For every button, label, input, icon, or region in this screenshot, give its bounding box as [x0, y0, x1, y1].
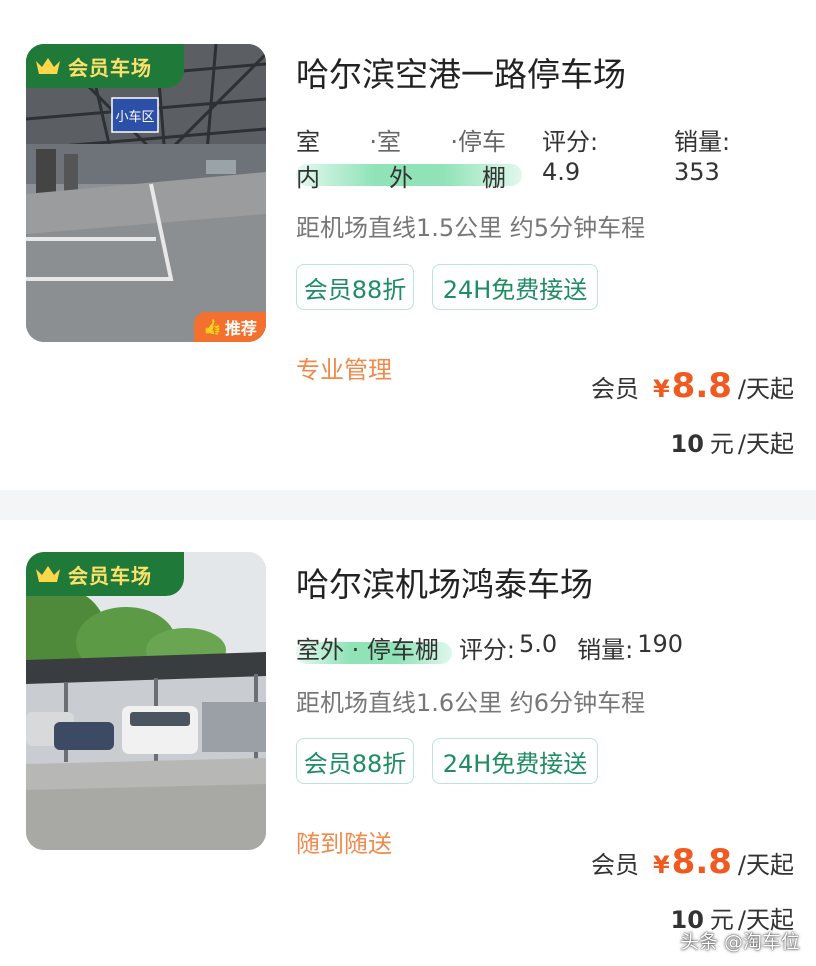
rating-label: 评分:: [458, 636, 515, 664]
watermark: 头条 @淘车位: [679, 931, 800, 953]
service-note: 随到随送: [296, 830, 392, 858]
rating-value: 4.9: [542, 158, 581, 186]
member-price-line: 会员 ¥ 8.8 /天起: [591, 842, 794, 882]
sales-label: 销量:: [674, 128, 731, 156]
original-price-line: 10 元 /天起: [671, 424, 795, 459]
feature-indoor-bottom: 内: [296, 164, 320, 192]
currency-symbol: ¥: [652, 851, 670, 879]
thumbs-up-icon: 👍: [203, 318, 222, 336]
parking-photo-image: [26, 552, 266, 850]
member-lot-badge-text: 会员车场: [68, 55, 152, 80]
feature-outdoor-top: ·室: [369, 128, 401, 156]
member-price: 8.8: [671, 842, 732, 882]
rating-value: 5.0: [518, 630, 558, 658]
original-currency: 元: [709, 430, 734, 458]
parking-photo-2[interactable]: 会员车场: [26, 552, 266, 850]
sales-value: 353: [674, 158, 720, 186]
member-price-line: 会员 ¥ 8.8 /天起: [591, 366, 794, 406]
member-lot-badge: 会员车场: [26, 552, 184, 596]
member-price-label: 会员: [590, 851, 639, 879]
sales-label: 销量:: [577, 636, 634, 664]
parking-photo-image: 小车区: [26, 44, 266, 342]
listing-title[interactable]: 哈尔滨空港一路停车场: [296, 48, 626, 96]
feature-shed-bottom: 棚: [482, 164, 506, 192]
currency-symbol: ¥: [652, 375, 670, 403]
tag-member-discount: 会员88折: [296, 738, 414, 784]
feature-list-top: 室 ·室 ·停车: [296, 122, 506, 157]
service-note: 专业管理: [296, 356, 392, 384]
tag-member-discount: 会员88折: [296, 264, 414, 310]
feature-shed-top: ·停车: [450, 128, 506, 156]
rating-label: 评分:: [542, 128, 599, 156]
feature-list: 室外 · 停车棚: [296, 636, 439, 664]
listing-card-1[interactable]: 小车区 会员车场 👍 推荐 哈尔滨空港一路停车场 室 ·室 ·停车 内 外 棚 …: [0, 0, 816, 490]
sales-value: 190: [637, 630, 684, 658]
feature-indoor-top: 室: [296, 128, 320, 156]
recommend-label: 推荐: [224, 319, 257, 338]
original-price-unit: /天起: [737, 430, 794, 458]
feature-outdoor-bottom: 外: [389, 164, 413, 192]
price-unit: /天起: [737, 851, 794, 879]
member-lot-badge-text: 会员车场: [68, 563, 152, 588]
feature-list-bottom: 内 外 棚: [296, 158, 506, 193]
listing-title[interactable]: 哈尔滨机场鸿泰车场: [296, 558, 593, 606]
distance-info: 距机场直线1.6公里 约6分钟车程: [296, 689, 646, 717]
crown-icon: [36, 566, 60, 582]
member-lot-badge: 会员车场: [26, 44, 184, 88]
crown-icon: [36, 58, 60, 74]
photo-sign-text: 小车区: [115, 109, 154, 125]
recommend-badge: 👍 推荐: [194, 312, 266, 342]
parking-photo-1[interactable]: 小车区 会员车场 👍 推荐: [26, 44, 266, 342]
tag-free-shuttle: 24H免费接送: [432, 264, 598, 310]
tag-free-shuttle: 24H免费接送: [432, 738, 598, 784]
member-price-label: 会员: [590, 375, 639, 403]
listing-card-2[interactable]: 会员车场 哈尔滨机场鸿泰车场 室外 · 停车棚 评分: 5.0 销量: 190 …: [0, 520, 816, 966]
feature-rating-sales-row: 室外 · 停车棚 评分: 5.0 销量: 190: [296, 630, 683, 665]
distance-info: 距机场直线1.5公里 约5分钟车程: [296, 214, 646, 242]
original-price: 10: [670, 430, 704, 458]
member-price: 8.8: [671, 366, 732, 406]
price-unit: /天起: [737, 375, 794, 403]
